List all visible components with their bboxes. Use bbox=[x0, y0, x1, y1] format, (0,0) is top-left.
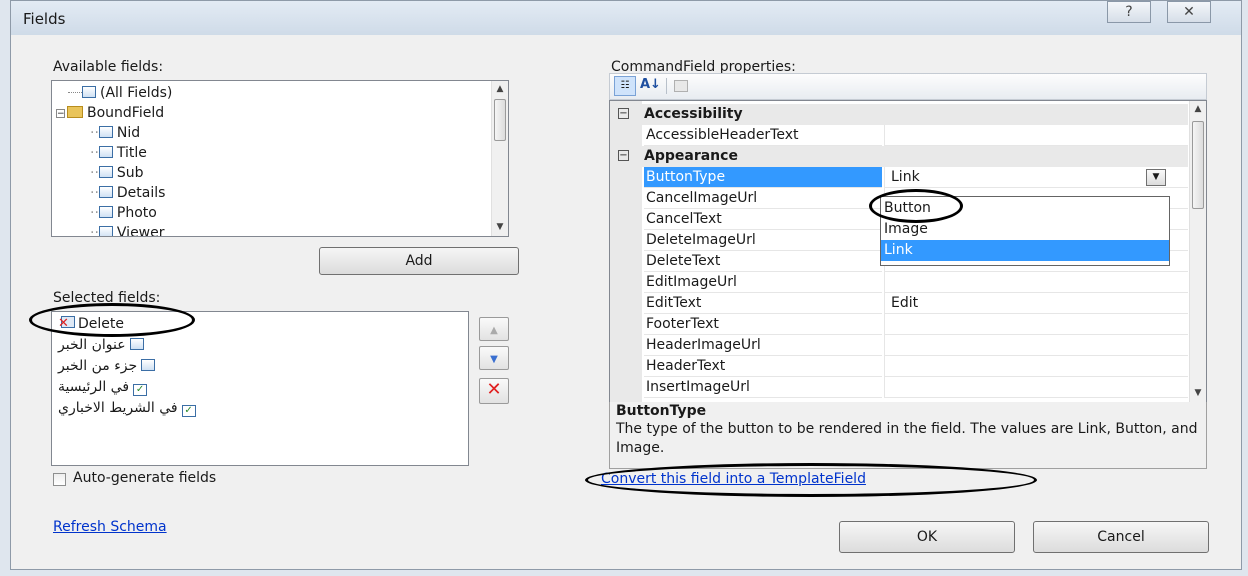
field-icon bbox=[98, 186, 113, 198]
scroll-down-icon[interactable]: ▼ bbox=[492, 219, 508, 236]
fields-dialog: Fields ? ✕ Available fields: (All Fields… bbox=[10, 0, 1242, 570]
dropdown-arrow-icon[interactable]: ▼ bbox=[1146, 169, 1166, 186]
ok-button[interactable]: OK bbox=[839, 521, 1015, 553]
field-icon bbox=[141, 359, 156, 371]
dropdown-option-link[interactable]: Link bbox=[881, 240, 1169, 261]
description-title: ButtonType bbox=[616, 403, 707, 419]
help-icon: ? bbox=[1125, 4, 1133, 20]
toolbar-separator bbox=[666, 78, 667, 94]
property-toolbar: ☷ A↓ bbox=[609, 73, 1207, 100]
property-row[interactable]: FooterText bbox=[610, 314, 1188, 335]
tree-item-boundfield[interactable]: − BoundField bbox=[56, 103, 164, 123]
checkbox-field-icon: ✓ bbox=[181, 405, 196, 417]
description-text: The type of the button to be rendered in… bbox=[616, 421, 1198, 456]
arrow-down-icon: ▼ bbox=[490, 354, 498, 365]
field-icon bbox=[98, 166, 113, 178]
available-fields-tree[interactable]: (All Fields) − BoundField ·· Nid ·· Title ·… bbox=[51, 80, 509, 237]
field-icon bbox=[98, 146, 113, 158]
auto-generate-label: Auto-generate fields bbox=[73, 470, 217, 486]
delete-icon: ✕ bbox=[486, 379, 502, 400]
selected-fields-list[interactable]: ✕ Delete عنوان الخبر جزء من الخبر في الر… bbox=[51, 311, 469, 466]
tree-item-all-fields[interactable]: (All Fields) bbox=[56, 83, 172, 103]
convert-to-templatefield-link[interactable]: Convert this field into a TemplateField bbox=[601, 471, 866, 487]
move-up-button[interactable]: ▲ bbox=[479, 317, 509, 341]
collapse-icon[interactable]: − bbox=[618, 108, 629, 119]
categorized-icon[interactable]: ☷ bbox=[614, 76, 636, 96]
scroll-up-icon[interactable]: ▲ bbox=[492, 81, 508, 98]
scroll-thumb[interactable] bbox=[1192, 121, 1204, 209]
scroll-up-icon[interactable]: ▲ bbox=[1190, 101, 1206, 118]
selected-item-title-ar[interactable]: عنوان الخبر bbox=[58, 335, 144, 356]
refresh-schema-link[interactable]: Refresh Schema bbox=[53, 519, 167, 535]
table-icon bbox=[82, 86, 96, 98]
tree-item-field[interactable]: ·· Title bbox=[90, 143, 147, 163]
help-button[interactable]: ? bbox=[1107, 1, 1151, 23]
property-row[interactable]: EditText Edit bbox=[610, 293, 1188, 314]
title-bar: Fields ? ✕ bbox=[11, 1, 1241, 35]
field-icon bbox=[98, 206, 113, 218]
auto-generate-checkbox[interactable] bbox=[53, 473, 66, 486]
available-scrollbar[interactable]: ▲ ▼ bbox=[491, 81, 508, 236]
cancel-button[interactable]: Cancel bbox=[1033, 521, 1209, 553]
close-button[interactable]: ✕ bbox=[1167, 1, 1211, 23]
property-row[interactable]: InsertImageUrl bbox=[610, 377, 1188, 398]
buttontype-dropdown-list[interactable]: Button Image Link bbox=[880, 196, 1170, 266]
available-fields-label: Available fields: bbox=[53, 59, 164, 75]
category-accessibility[interactable]: − Accessibility bbox=[610, 104, 1188, 125]
window-title: Fields bbox=[23, 10, 66, 28]
scroll-thumb[interactable] bbox=[494, 99, 506, 141]
tree-item-field[interactable]: ·· Sub bbox=[90, 163, 144, 183]
property-row[interactable]: HeaderText bbox=[610, 356, 1188, 377]
tree-item-field[interactable]: ·· Photo bbox=[90, 203, 157, 223]
move-down-button[interactable]: ▼ bbox=[479, 346, 509, 370]
convert-link-wrap: Convert this field into a TemplateField bbox=[601, 471, 866, 487]
tree-item-field[interactable]: ·· Nid bbox=[90, 123, 140, 143]
selected-fields-label: Selected fields: bbox=[53, 290, 161, 306]
selected-item-excerpt-ar[interactable]: جزء من الخبر bbox=[58, 356, 156, 377]
remove-field-button[interactable]: ✕ bbox=[479, 378, 509, 404]
collapse-icon: − bbox=[56, 109, 65, 119]
scroll-down-icon[interactable]: ▼ bbox=[1190, 385, 1206, 402]
sort-alpha-icon[interactable]: A↓ bbox=[640, 77, 661, 92]
tree-item-field[interactable]: ·· Details bbox=[90, 183, 165, 203]
field-icon bbox=[98, 226, 113, 236]
arrow-up-icon: ▲ bbox=[490, 325, 498, 336]
tree-item-field[interactable]: ·· Viewer bbox=[90, 223, 165, 236]
close-icon: ✕ bbox=[1183, 4, 1195, 20]
property-row-buttontype[interactable]: ButtonType Link ▼ bbox=[610, 167, 1188, 188]
property-scrollbar[interactable]: ▲ ▼ bbox=[1189, 101, 1206, 402]
folder-icon bbox=[67, 106, 83, 118]
dropdown-option-image[interactable]: Image bbox=[881, 219, 1169, 240]
delete-field-icon: ✕ bbox=[58, 316, 76, 331]
field-icon bbox=[98, 126, 113, 138]
refresh-schema-link-wrap: Refresh Schema bbox=[53, 519, 167, 535]
selected-item-ticker-ar[interactable]: في الشريط الاخباري ✓ bbox=[58, 398, 196, 419]
property-row[interactable]: AccessibleHeaderText bbox=[610, 125, 1188, 146]
selected-item-home-ar[interactable]: في الرئيسية ✓ bbox=[58, 377, 148, 398]
checkbox-field-icon: ✓ bbox=[133, 384, 148, 396]
property-pages-icon[interactable] bbox=[674, 80, 688, 92]
property-row[interactable]: HeaderImageUrl bbox=[610, 335, 1188, 356]
property-description: ButtonType The type of the button to be … bbox=[609, 402, 1207, 469]
property-row[interactable]: EditImageUrl bbox=[610, 272, 1188, 293]
dropdown-option-button[interactable]: Button bbox=[881, 198, 1169, 219]
category-appearance[interactable]: − Appearance bbox=[610, 146, 1188, 167]
field-icon bbox=[129, 338, 144, 350]
selected-item-delete[interactable]: ✕ Delete bbox=[58, 314, 124, 335]
collapse-icon[interactable]: − bbox=[618, 150, 629, 161]
add-button[interactable]: Add bbox=[319, 247, 519, 275]
